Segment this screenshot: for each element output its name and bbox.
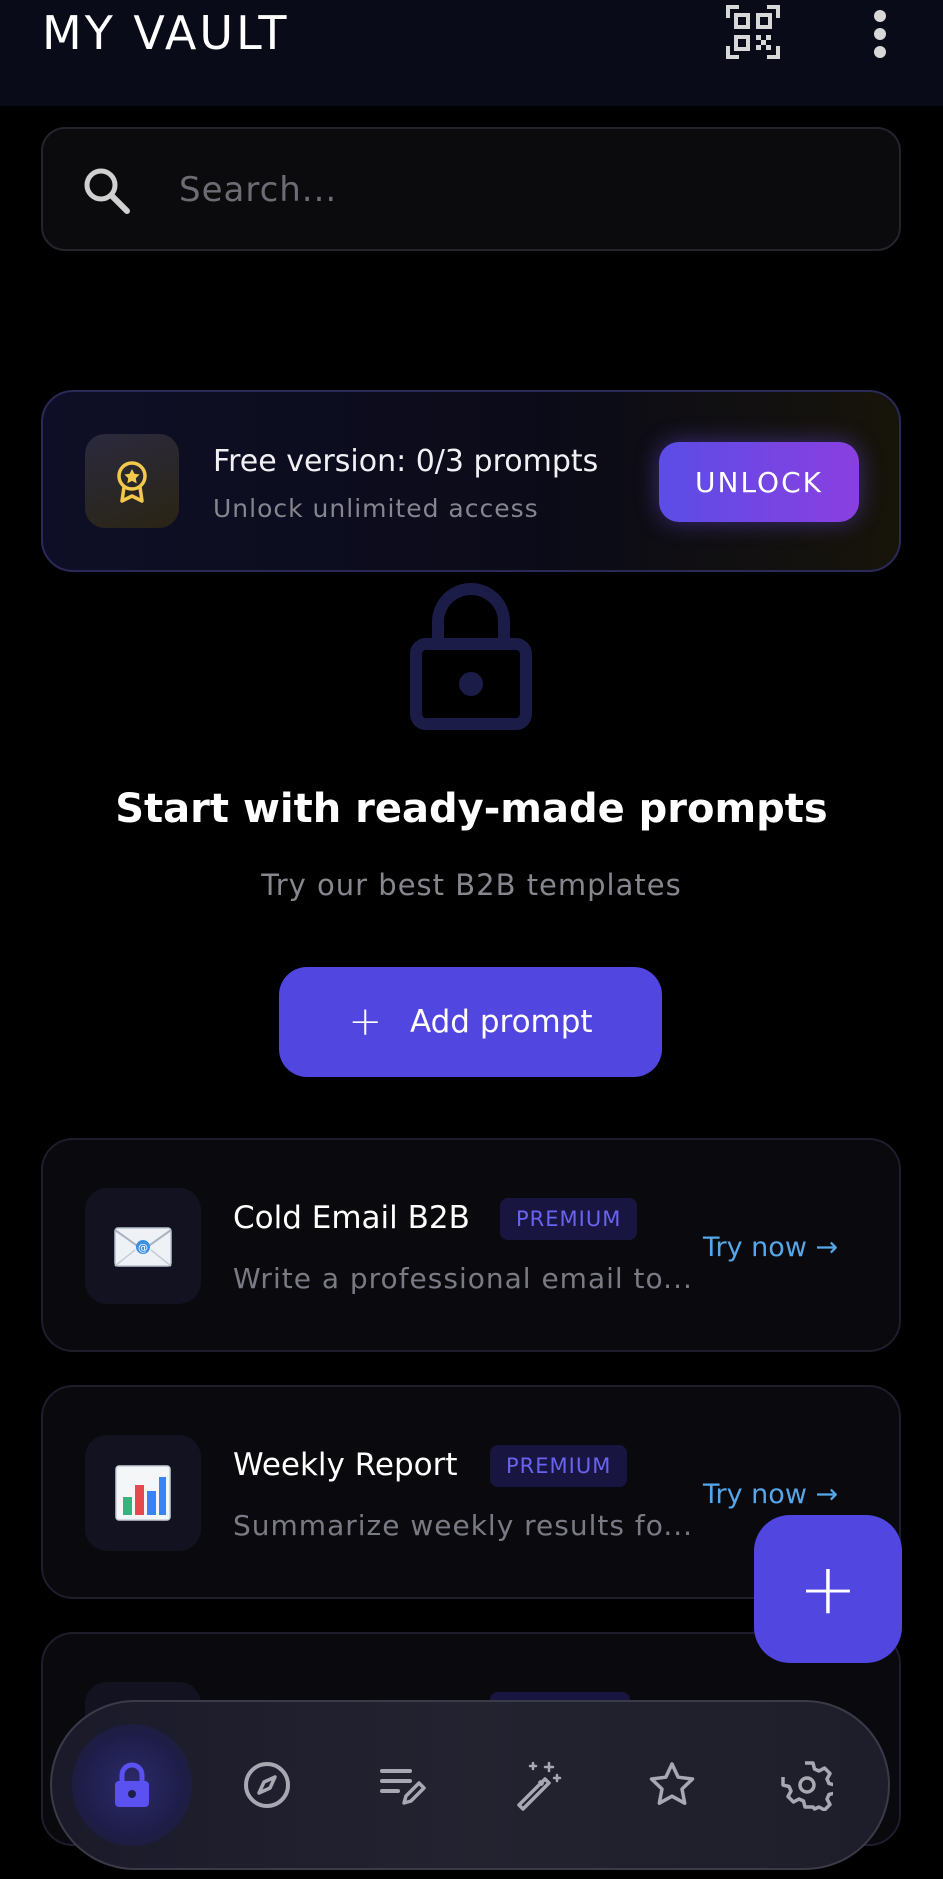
lock-icon [115, 1762, 149, 1807]
compass-icon [244, 1762, 290, 1808]
banner-subtitle: Unlock unlimited access [213, 494, 539, 523]
card-icon-container: @ [85, 1188, 201, 1304]
email-icon: @ [114, 1227, 172, 1267]
nav-item-favorites[interactable] [612, 1724, 732, 1846]
nav-item-explore[interactable] [207, 1724, 327, 1846]
card-title: Weekly Report [233, 1447, 458, 1483]
floating-add-button[interactable]: + [754, 1515, 902, 1663]
template-card-cold-email[interactable]: @ Cold Email B2B PREMIUM Write a profess… [41, 1138, 901, 1352]
unlock-button[interactable]: UNLOCK [659, 442, 859, 522]
award-badge-container [85, 434, 179, 528]
lock-icon [410, 583, 532, 730]
search-input[interactable] [179, 153, 859, 227]
more-options-button[interactable] [860, 8, 900, 60]
nav-item-settings[interactable] [747, 1724, 867, 1846]
card-description: Write a professional email to... [233, 1262, 693, 1295]
nav-item-vault[interactable] [72, 1724, 192, 1846]
app-header: MY VAULT [0, 0, 943, 106]
banner-title: Free version: 0/3 prompts [213, 444, 599, 479]
card-icon-container [85, 1435, 201, 1551]
gear-icon [781, 1761, 833, 1811]
search-bar[interactable] [41, 127, 901, 251]
plus-icon: + [348, 999, 382, 1045]
premium-badge: PREMIUM [500, 1198, 638, 1240]
bar-chart-icon [115, 1465, 171, 1521]
star-icon [649, 1762, 695, 1805]
edit-list-icon [380, 1769, 426, 1805]
card-title: Cold Email B2B [233, 1200, 470, 1236]
try-now-link[interactable]: Try now → [703, 1232, 838, 1263]
try-now-link[interactable]: Try now → [703, 1479, 838, 1510]
premium-badge: PREMIUM [490, 1445, 628, 1487]
add-prompt-label: Add prompt [409, 1004, 593, 1040]
add-prompt-button[interactable]: + Add prompt [279, 967, 662, 1077]
more-vertical-icon [874, 10, 886, 58]
bottom-navigation [50, 1700, 890, 1870]
svg-text:@: @ [138, 1243, 148, 1254]
empty-state-title: Start with ready-made prompts [115, 786, 828, 832]
app-title: MY VAULT [42, 6, 290, 60]
award-badge-icon [117, 461, 147, 503]
empty-state-subtitle: Try our best B2B templates [261, 868, 682, 902]
qr-code-button[interactable] [725, 4, 781, 60]
free-version-banner: Free version: 0/3 prompts Unlock unlimit… [41, 390, 901, 572]
nav-item-edit[interactable] [342, 1724, 462, 1846]
qr-code-icon [726, 5, 780, 59]
search-icon [84, 168, 130, 214]
card-description: Summarize weekly results fo... [233, 1509, 694, 1542]
nav-item-magic[interactable] [477, 1724, 597, 1846]
magic-wand-icon [517, 1761, 562, 1811]
